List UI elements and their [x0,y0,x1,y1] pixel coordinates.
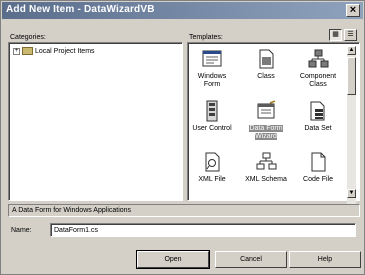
template-code-file[interactable]: Code File [296,151,340,184]
template-user-control[interactable]: User Control [190,100,234,133]
categories-tree[interactable]: + Local Project Items [8,42,183,201]
arrow-down-icon: ▼ [348,190,355,196]
name-label: Name: [11,227,32,234]
categories-label: Categories: [10,34,46,41]
large-icons-icon: ▦ [332,31,339,38]
large-icons-view-button[interactable]: ▦ [329,29,342,41]
template-component-class[interactable]: Component Class [296,48,340,89]
arrow-up-icon: ▲ [348,47,355,53]
template-label: Data Form Wizard [249,125,283,140]
template-xml-file[interactable]: XML File [190,151,234,184]
tree-item-local-project-items[interactable]: + Local Project Items [13,47,95,55]
template-windows-form[interactable]: Windows Form [190,48,234,89]
templates-label: Templates: [189,34,223,41]
data-form-wizard-icon [257,100,276,119]
template-label: User Control [192,125,232,132]
list-view-icon: ☰ [347,31,354,38]
template-label: XML Schema [245,176,287,183]
data-set-icon [310,101,325,121]
component-class-icon [308,49,329,68]
user-control-icon [206,100,218,122]
template-label: Data Set [304,125,332,132]
templates-list[interactable]: Windows Form Class Component Class User … [187,42,360,204]
template-xml-schema[interactable]: XML Schema [244,151,288,184]
cancel-button[interactable]: Cancel [215,251,287,268]
help-button[interactable]: Help [289,251,361,268]
small-icons-view-button[interactable]: ☰ [344,29,357,41]
scroll-down-button[interactable]: ▼ [347,189,356,198]
xml-file-icon [205,152,220,172]
scroll-thumb[interactable] [347,57,356,95]
class-icon [259,49,274,69]
scroll-up-button[interactable]: ▲ [347,46,356,55]
expand-toggle[interactable]: + [13,47,20,55]
tree-item-label: Local Project Items [35,47,95,55]
window-title: Add New Item - DataWizardVB [6,4,155,15]
title-bar[interactable]: Add New Item - DataWizardVB × [2,2,363,19]
template-label: Windows Form [197,73,227,88]
template-label: Code File [303,176,333,183]
template-label: Class [257,73,275,80]
close-icon: × [349,4,357,16]
open-button[interactable]: Open [136,250,210,269]
template-data-form-wizard[interactable]: Data Form Wizard [244,100,288,141]
close-button[interactable]: × [346,4,360,17]
template-data-set[interactable]: Data Set [296,100,340,133]
template-description: A Data Form for Windows Applications [8,204,360,217]
add-new-item-dialog: Add New Item - DataWizardVB × Categories… [0,0,365,275]
code-file-icon [311,152,326,172]
name-input[interactable]: DataForm1.cs [50,223,356,237]
templates-scrollbar[interactable]: ▲ ▼ [347,46,356,204]
template-class[interactable]: Class [244,48,288,81]
template-label: XML File [198,176,226,183]
windows-form-icon [202,50,222,67]
folder-icon [22,47,33,55]
xml-schema-icon [256,152,277,170]
template-label: Component Class [299,73,337,88]
